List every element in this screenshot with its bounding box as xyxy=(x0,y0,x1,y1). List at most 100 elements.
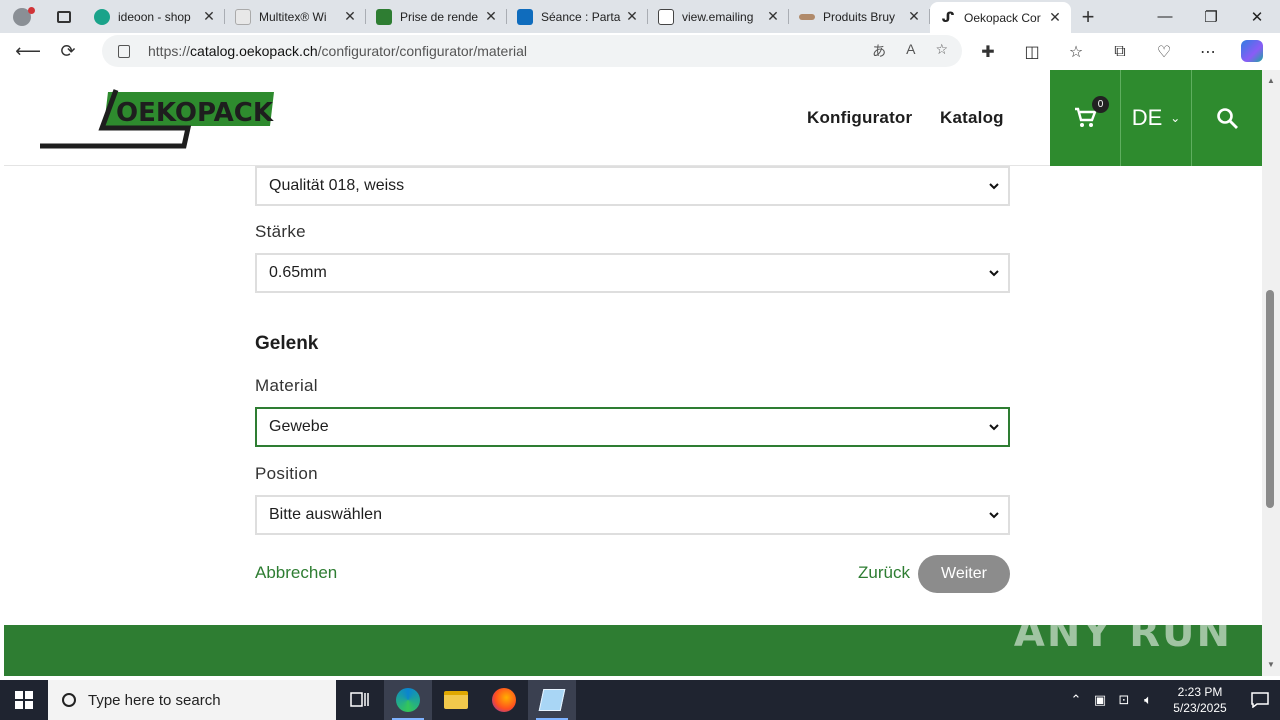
more-menu-icon[interactable]: ⋯ xyxy=(1186,33,1230,70)
url-path: /configurator/configurator/material xyxy=(317,43,527,59)
new-tab-button[interactable]: + xyxy=(1071,0,1105,33)
scrollbar-thumb[interactable] xyxy=(1266,290,1274,508)
chevron-down-icon xyxy=(989,512,999,519)
folder-icon xyxy=(444,691,468,709)
nav-katalog[interactable]: Katalog xyxy=(940,108,1004,128)
split-screen-icon[interactable]: ◫ xyxy=(1010,33,1054,70)
tab-close-icon[interactable]: ✕ xyxy=(1047,9,1063,26)
firefox-icon xyxy=(492,688,516,712)
profile-notification-dot xyxy=(28,7,35,14)
network-icon[interactable]: ⊡ xyxy=(1112,692,1136,708)
browser-tab-active[interactable]: ᔑ Oekopack Cor ✕ xyxy=(930,2,1071,33)
url-prefix: https:// xyxy=(148,43,191,59)
read-aloud-icon[interactable]: A xyxy=(906,41,915,61)
position-select[interactable]: Bitte auswählen xyxy=(255,495,1010,535)
quality-select[interactable]: Qualität 018, weiss xyxy=(255,166,1010,206)
translate-icon[interactable]: あ xyxy=(872,41,886,61)
tab-close-icon[interactable]: ✕ xyxy=(483,8,499,25)
tab-favicon-icon xyxy=(235,8,251,25)
next-button[interactable]: Weiter xyxy=(918,555,1010,593)
taskbar-firefox[interactable] xyxy=(480,680,528,720)
scroll-up-icon[interactable]: ▲ xyxy=(1267,76,1275,85)
thickness-select[interactable]: 0.65mm xyxy=(255,253,1010,293)
favorite-star-icon[interactable]: ☆ xyxy=(935,41,948,61)
browser-tab[interactable]: Prise de rende ✕ xyxy=(366,0,507,33)
task-view-icon xyxy=(350,692,369,707)
tab-favicon-icon: ᔑ xyxy=(941,9,955,25)
notifications-button[interactable] xyxy=(1240,692,1280,708)
minimize-button[interactable]: — xyxy=(1142,0,1188,33)
tab-title: Prise de rende xyxy=(400,9,479,24)
tab-close-icon[interactable]: ✕ xyxy=(624,8,640,25)
refresh-button[interactable]: ⟳ xyxy=(48,33,88,70)
browser-tab[interactable]: Séance : Parta ✕ xyxy=(507,0,648,33)
taskbar-notepad[interactable] xyxy=(528,680,576,720)
chevron-down-icon xyxy=(989,183,999,190)
address-bar[interactable]: https://catalog.oekopack.ch/configurator… xyxy=(102,35,962,67)
tab-close-icon[interactable]: ✕ xyxy=(201,8,217,25)
browser-toolbar: ⟵ ⟳ https://catalog.oekopack.ch/configur… xyxy=(0,33,1280,70)
lock-icon xyxy=(118,44,130,58)
cancel-link[interactable]: Abbrechen xyxy=(255,563,337,583)
browser-tab[interactable]: Produits Bruy ✕ xyxy=(789,0,930,33)
chevron-down-icon: ⌄ xyxy=(1170,111,1181,125)
tab-title: view.emailing xyxy=(682,9,754,24)
tab-close-icon[interactable]: ✕ xyxy=(765,8,781,25)
browser-tab[interactable]: view.emailing ✕ xyxy=(648,0,789,33)
search-icon xyxy=(62,693,76,707)
task-view-button[interactable] xyxy=(336,680,384,720)
url-domain: catalog.oekopack.ch xyxy=(190,43,318,59)
taskbar-search[interactable]: Type here to search xyxy=(48,680,336,720)
tab-actions-button[interactable] xyxy=(44,0,84,33)
back-button[interactable]: ⟵ xyxy=(8,33,48,70)
close-window-button[interactable]: ✕ xyxy=(1234,0,1280,33)
restore-button[interactable]: ❐ xyxy=(1188,0,1234,33)
tab-actions-icon xyxy=(57,10,71,23)
tray-device-icon[interactable]: ▣ xyxy=(1088,692,1112,708)
notification-icon xyxy=(1251,692,1269,708)
copilot-icon[interactable] xyxy=(1241,40,1263,62)
performance-icon[interactable]: ♡ xyxy=(1142,33,1186,70)
search-button[interactable] xyxy=(1192,70,1262,166)
page-scrollbar[interactable]: ▲ ▼ xyxy=(1262,70,1280,676)
thickness-value: 0.65mm xyxy=(269,264,327,281)
tab-favicon-icon xyxy=(94,8,110,25)
language-label: DE xyxy=(1131,105,1163,130)
tab-title: Multitex® Wi xyxy=(259,9,327,24)
favorites-icon[interactable]: ☆ xyxy=(1054,33,1098,70)
start-button[interactable] xyxy=(0,680,48,720)
tab-close-icon[interactable]: ✕ xyxy=(906,8,922,25)
volume-icon[interactable]: 🔈︎ xyxy=(1136,692,1160,708)
extensions-icon[interactable]: ✚ xyxy=(966,33,1010,70)
section-heading-gelenk: Gelenk xyxy=(255,333,319,354)
notepad-icon xyxy=(538,689,566,711)
back-link[interactable]: Zurück xyxy=(858,563,910,583)
browser-tab[interactable]: Multitex® Wi ✕ xyxy=(225,0,366,33)
taskbar-file-explorer[interactable] xyxy=(432,680,480,720)
tab-title: ideoon - shop xyxy=(118,9,191,24)
cart-button[interactable]: 0 xyxy=(1050,70,1120,166)
svg-text:OEKOPACK: OEKOPACK xyxy=(116,98,274,128)
material-label: Material xyxy=(255,376,318,395)
site-header: OEKOPACK Konfigurator Katalog 0 DE ⌄ xyxy=(4,70,1262,166)
material-select[interactable]: Gewebe xyxy=(255,407,1010,447)
clock-date: 5/23/2025 xyxy=(1173,701,1227,715)
edge-icon xyxy=(396,688,420,712)
tray-overflow-icon[interactable]: ⌃ xyxy=(1064,692,1088,708)
scroll-down-icon[interactable]: ▼ xyxy=(1267,660,1275,669)
collections-icon[interactable]: ⧉ xyxy=(1098,33,1142,70)
anyrun-watermark: ANY RUN xyxy=(1013,610,1232,656)
browser-tab[interactable]: ideoon - shop ✕ xyxy=(84,0,225,33)
taskbar-edge[interactable] xyxy=(384,680,432,720)
cart-count-badge: 0 xyxy=(1092,96,1109,113)
clock[interactable]: 2:23 PM 5/23/2025 xyxy=(1160,684,1240,716)
language-selector[interactable]: DE ⌄ xyxy=(1121,70,1191,166)
window-controls: — ❐ ✕ xyxy=(1142,0,1280,33)
oekopack-logo[interactable]: OEKOPACK xyxy=(38,88,278,150)
profile-button[interactable] xyxy=(0,0,44,33)
position-value: Bitte auswählen xyxy=(269,506,382,523)
tab-close-icon[interactable]: ✕ xyxy=(342,8,358,25)
taskbar-search-placeholder: Type here to search xyxy=(88,691,221,709)
nav-konfigurator[interactable]: Konfigurator xyxy=(807,108,912,128)
page-viewport: OEKOPACK Konfigurator Katalog 0 DE ⌄ Qua… xyxy=(4,70,1262,676)
